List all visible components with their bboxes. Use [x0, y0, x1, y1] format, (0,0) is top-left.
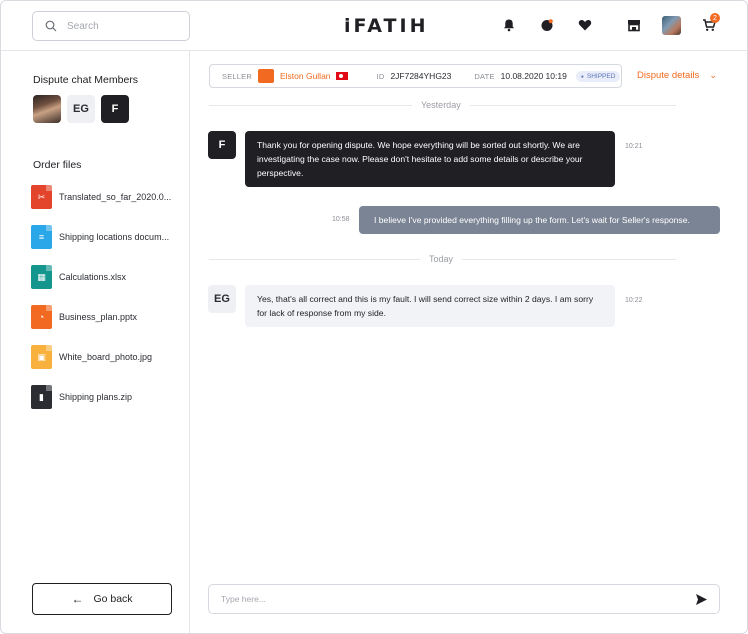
member-list: EG F [33, 95, 129, 123]
cart-count-badge: 2 [710, 13, 720, 23]
message-own: I believe I've provided everything filli… [359, 206, 720, 234]
status-badge: SHIPPED [575, 70, 621, 82]
file-name: Calculations.xlsx [59, 272, 127, 282]
go-back-button[interactable]: ← Go back [32, 583, 172, 615]
day-label-yesterday: Yesterday [412, 100, 470, 110]
file-name: Translated_so_far_2020.0... [59, 192, 172, 202]
buyer-avatar: EG [208, 285, 236, 313]
xlsx-icon: ▦ [31, 265, 52, 289]
file-name: Shipping locations docum... [59, 232, 170, 242]
top-header: iFATIH 2 [1, 1, 747, 51]
search-box[interactable] [32, 11, 190, 41]
bell-icon[interactable] [501, 17, 517, 33]
logo[interactable]: iFATIH [344, 15, 428, 37]
file-item[interactable]: ▮ Shipping plans.zip [31, 377, 171, 417]
day-label-today: Today [420, 254, 463, 264]
order-info-bar: SELLER Elston Gullan ID 2JF7284YHG23 DAT… [209, 64, 622, 88]
file-item[interactable]: ◔ Business_plan.pptx [31, 297, 171, 337]
message-time: 10:21 [625, 143, 643, 150]
order-id: 2JF7284YHG23 [390, 71, 452, 81]
store-icon[interactable] [626, 17, 642, 33]
date-label: DATE [474, 71, 495, 81]
turkey-flag-icon [335, 72, 348, 80]
send-icon[interactable] [695, 593, 708, 606]
file-name: White_board_photo.jpg [59, 352, 153, 362]
files-title: Order files [33, 159, 82, 171]
file-item[interactable]: ▦ Calculations.xlsx [31, 257, 171, 297]
dispute-details-toggle[interactable]: Dispute details ⌄ [637, 70, 717, 81]
sidebar: Dispute chat Members EG F Order files ✂ … [1, 51, 190, 633]
seller-avatar: F [208, 131, 236, 159]
dispute-details-label: Dispute details [637, 70, 700, 81]
zip-icon: ▮ [31, 385, 52, 409]
message-input[interactable] [221, 594, 671, 604]
doc-icon: ≡ [31, 225, 52, 249]
file-item[interactable]: ≡ Shipping locations docum... [31, 217, 171, 257]
seller-logo [257, 69, 274, 83]
user-avatar[interactable] [662, 16, 681, 35]
member-avatar-photo[interactable] [33, 95, 61, 123]
id-label: ID [376, 71, 385, 81]
message-buyer: Yes, that's all correct and this is my f… [245, 285, 615, 327]
arrow-left-icon: ← [71, 592, 84, 606]
search-input[interactable] [67, 20, 177, 32]
member-avatar-seller[interactable]: F [101, 95, 129, 123]
file-list: ✂ Translated_so_far_2020.0... ≡ Shipping… [31, 177, 171, 417]
seller-label: SELLER [222, 71, 252, 81]
member-avatar-eg[interactable]: EG [67, 95, 95, 123]
pdf-icon: ✂ [31, 185, 52, 209]
moon-icon[interactable] [539, 17, 555, 33]
file-name: Shipping plans.zip [59, 392, 133, 402]
file-item[interactable]: ✂ Translated_so_far_2020.0... [31, 177, 171, 217]
message-seller: Thank you for opening dispute. We hope e… [245, 131, 615, 187]
file-item[interactable]: ▣ White_board_photo.jpg [31, 337, 171, 377]
chevron-down-icon: ⌄ [709, 70, 717, 80]
app-window: iFATIH 2 Dispute chat Members EG F Order… [0, 0, 748, 634]
members-title: Dispute chat Members [33, 74, 139, 86]
pptx-icon: ◔ [31, 305, 52, 329]
go-back-label: Go back [93, 593, 133, 605]
search-icon [45, 20, 57, 32]
message-time: 10:22 [625, 297, 643, 304]
message-composer [208, 584, 720, 614]
heart-icon[interactable] [577, 17, 593, 33]
jpg-icon: ▣ [31, 345, 52, 369]
seller-name-link[interactable]: Elston Gullan [280, 71, 331, 81]
order-date: 10.08.2020 10:19 [500, 71, 567, 81]
file-name: Business_plan.pptx [59, 312, 138, 322]
message-time: 10:58 [332, 216, 350, 223]
